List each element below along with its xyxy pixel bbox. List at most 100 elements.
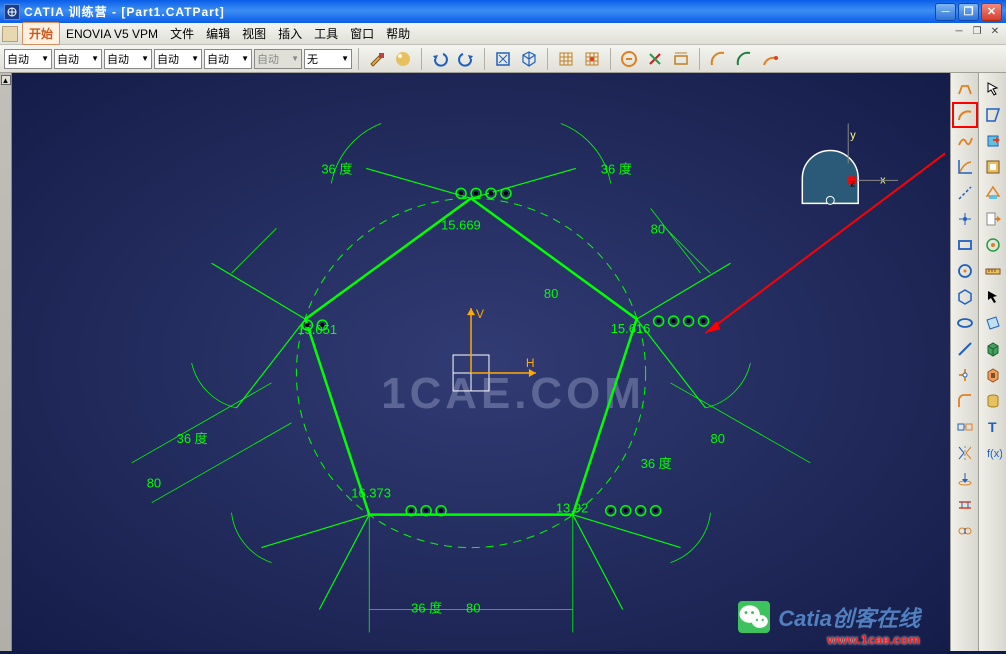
- undo-icon[interactable]: [428, 48, 452, 70]
- isometric-icon[interactable]: [517, 48, 541, 70]
- lineweight-combo[interactable]: 自动▼: [104, 49, 152, 69]
- svg-text:z: z: [850, 178, 855, 189]
- doc-restore-button[interactable]: ❐: [968, 26, 986, 42]
- fitall-icon[interactable]: [491, 48, 515, 70]
- arc3-tool-icon[interactable]: [758, 48, 782, 70]
- corner-icon[interactable]: [953, 389, 977, 413]
- doc-minimize-button[interactable]: ─: [950, 26, 968, 42]
- measure-icon[interactable]: [981, 259, 1005, 283]
- menu-view[interactable]: 视图: [236, 23, 272, 44]
- arc-icon[interactable]: [953, 103, 977, 127]
- menu-help[interactable]: 帮助: [380, 23, 416, 44]
- paint-icon[interactable]: [365, 48, 389, 70]
- hexagon-icon[interactable]: [953, 285, 977, 309]
- minimize-button[interactable]: ─: [935, 3, 956, 21]
- snap-icon[interactable]: [580, 48, 604, 70]
- compass[interactable]: y z x: [802, 124, 898, 205]
- trim-icon[interactable]: [953, 363, 977, 387]
- axis-icon[interactable]: [953, 181, 977, 205]
- plane-icon[interactable]: [981, 311, 1005, 335]
- solid-icon[interactable]: [981, 337, 1005, 361]
- pointtype-combo[interactable]: 自动▼: [154, 49, 202, 69]
- mirror-icon[interactable]: [953, 441, 977, 465]
- constraint-icon[interactable]: [617, 48, 641, 70]
- titlebar: CATIA 训练营 - [Part1.CATPart] ─ ❐ ✕: [0, 0, 1006, 23]
- arc2-tool-icon[interactable]: [732, 48, 756, 70]
- geo-constraint-icon[interactable]: [643, 48, 667, 70]
- svg-text:13.92: 13.92: [556, 501, 588, 516]
- menu-enovia[interactable]: ENOVIA V5 VPM: [60, 25, 164, 43]
- toolbar: 自动▼ 自动▼ 自动▼ 自动▼ 自动▼ 自动▼ 无▼: [0, 45, 1006, 73]
- workbench-icon[interactable]: [981, 155, 1005, 179]
- viewport[interactable]: 1CAE.COM y z x: [12, 73, 950, 651]
- ellipse-icon[interactable]: [953, 311, 977, 335]
- maximize-button[interactable]: ❐: [958, 3, 979, 21]
- svg-text:f(x): f(x): [987, 448, 1002, 460]
- color-combo[interactable]: 自动▼: [204, 49, 252, 69]
- redo-icon[interactable]: [454, 48, 478, 70]
- shaft-icon[interactable]: [981, 389, 1005, 413]
- svg-text:80: 80: [651, 221, 665, 236]
- point-icon[interactable]: [953, 207, 977, 231]
- menu-file[interactable]: 文件: [164, 23, 200, 44]
- menu-insert[interactable]: 插入: [272, 23, 308, 44]
- tree-strip[interactable]: ▲: [0, 73, 12, 651]
- linetype-combo[interactable]: 自动▼: [54, 49, 102, 69]
- menu-window[interactable]: 窗口: [344, 23, 380, 44]
- wx-badge: Catia创客在线: [738, 601, 920, 633]
- exit-icon[interactable]: [981, 129, 1005, 153]
- svg-text:15.616: 15.616: [611, 321, 651, 336]
- output-icon[interactable]: [981, 207, 1005, 231]
- watermark: 1CAE.COM: [381, 369, 645, 418]
- svg-text:15.669: 15.669: [441, 217, 481, 232]
- transform-icon[interactable]: [953, 415, 977, 439]
- svg-text:80: 80: [147, 476, 161, 491]
- text-icon[interactable]: T: [981, 415, 1005, 439]
- arrow2-icon[interactable]: [981, 285, 1005, 309]
- menu-tools[interactable]: 工具: [308, 23, 344, 44]
- grid-icon[interactable]: [554, 48, 578, 70]
- pocket-icon[interactable]: [981, 363, 1005, 387]
- dim-constraint-icon[interactable]: [669, 48, 693, 70]
- doc-close-button[interactable]: ✕: [986, 26, 1004, 42]
- render-icon[interactable]: [391, 48, 415, 70]
- footer-url: www.1cae.com: [827, 632, 920, 647]
- svg-text:V: V: [476, 307, 484, 321]
- spline-icon[interactable]: [953, 129, 977, 153]
- svg-text:36 度: 36 度: [411, 600, 442, 615]
- svg-text:T: T: [988, 419, 997, 435]
- disabled-combo: 自动▼: [254, 49, 302, 69]
- tree-expand-icon[interactable]: ▲: [1, 75, 11, 85]
- menu-start[interactable]: 开始: [22, 22, 60, 45]
- app-icon: [4, 4, 20, 20]
- menu-edit[interactable]: 编辑: [200, 23, 236, 44]
- animate-icon[interactable]: [953, 519, 977, 543]
- svg-text:36 度: 36 度: [641, 456, 672, 471]
- rectangle-icon[interactable]: [953, 233, 977, 257]
- constraint-tool-icon[interactable]: [953, 493, 977, 517]
- svg-text:16.373: 16.373: [351, 486, 391, 501]
- right-toolbar-1: [950, 73, 978, 651]
- sketch-icon[interactable]: [981, 181, 1005, 205]
- svg-text:y: y: [850, 129, 856, 141]
- window-title: CATIA 训练营 - [Part1.CATPart]: [24, 3, 935, 20]
- formula-icon[interactable]: f(x): [981, 441, 1005, 465]
- close-button[interactable]: ✕: [981, 3, 1002, 21]
- conic-icon[interactable]: [953, 155, 977, 179]
- project-icon[interactable]: [953, 467, 977, 491]
- svg-text:36 度: 36 度: [177, 431, 208, 446]
- layer-combo[interactable]: 自动▼: [4, 49, 52, 69]
- select-trap-icon[interactable]: [981, 103, 1005, 127]
- svg-text:80: 80: [711, 431, 725, 446]
- line-icon[interactable]: [953, 337, 977, 361]
- svg-text:36 度: 36 度: [321, 161, 352, 176]
- analysis-icon[interactable]: [981, 233, 1005, 257]
- right-toolbar-2: T f(x): [978, 73, 1006, 651]
- svg-text:80: 80: [466, 600, 480, 615]
- profile-icon[interactable]: [953, 77, 977, 101]
- arc-tool-icon[interactable]: [706, 48, 730, 70]
- transparency-combo[interactable]: 无▼: [304, 49, 352, 69]
- catia-icon[interactable]: [2, 26, 18, 42]
- arrow-icon[interactable]: [981, 77, 1005, 101]
- circle-icon[interactable]: [953, 259, 977, 283]
